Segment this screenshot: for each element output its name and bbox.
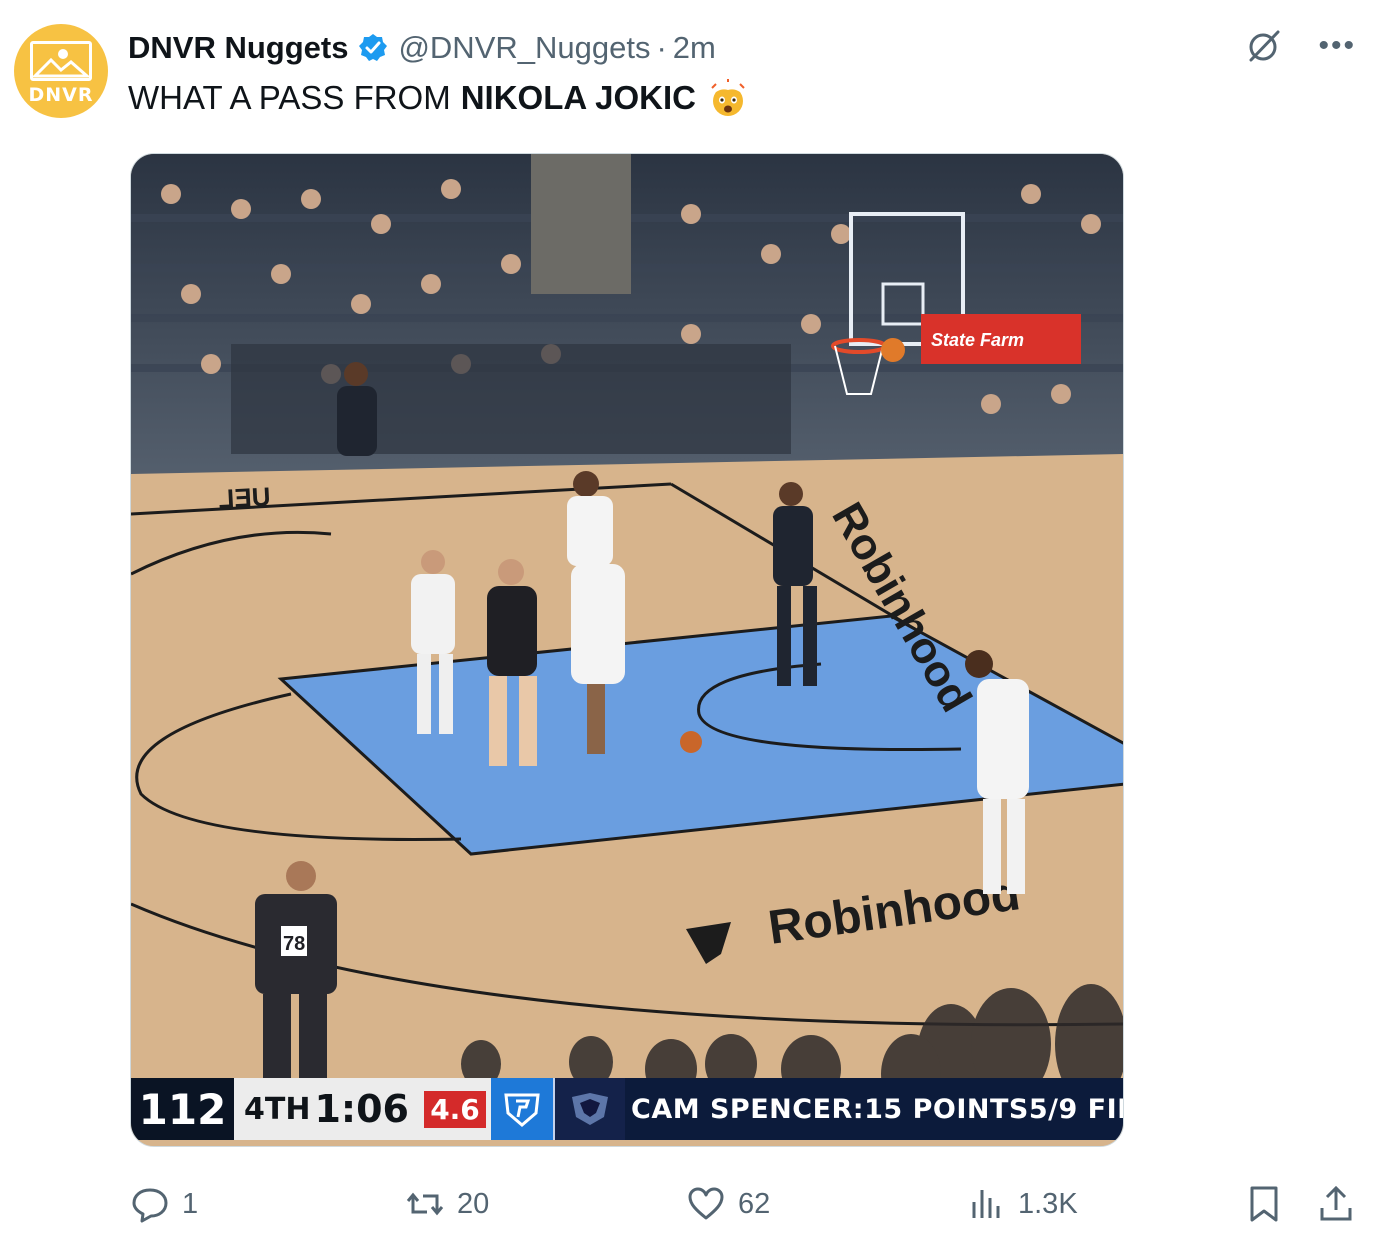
like-button[interactable]: 62 <box>686 1176 770 1232</box>
more-options-icon[interactable]: ••• <box>1318 26 1356 66</box>
ticker-points: 15 POINTS <box>864 1093 1029 1125</box>
state-farm-sign: State Farm <box>931 330 1024 350</box>
views-count: 1.3K <box>1018 1187 1078 1220</box>
bookmark-icon <box>1250 1186 1278 1222</box>
repost-icon <box>406 1192 444 1216</box>
avatar-label: DNVR <box>28 83 94 106</box>
ticker-player: CAM SPENCER: <box>631 1093 865 1125</box>
like-count: 62 <box>738 1187 771 1220</box>
game-clock-box: 4TH 1:06 <box>234 1078 419 1140</box>
video-frame: State Farm UEL Robinhood Robinhood 78 <box>131 154 1123 1146</box>
grizzlies-logo-icon <box>553 1078 625 1140</box>
separator-dot: · <box>656 30 667 65</box>
grok-icon[interactable] <box>1244 26 1284 66</box>
avatar[interactable]: DNVR <box>14 24 108 118</box>
team-score: 112 <box>131 1078 234 1140</box>
repost-count: 20 <box>457 1187 490 1220</box>
tweet-header: DNVR Nuggets @DNVR_Nuggets · 2m <box>128 26 716 70</box>
heart-icon <box>688 1187 724 1220</box>
tweet-text: WHAT A PASS FROM NIKOLA JOKIC <box>128 78 748 118</box>
timestamp[interactable]: 2m <box>673 30 716 66</box>
tweet-actions: 1 20 62 1.3K <box>0 1176 1376 1232</box>
share-icon <box>1320 1185 1352 1221</box>
bookmark-button[interactable] <box>1244 1176 1284 1232</box>
quarter: 4TH <box>244 1091 311 1127</box>
share-button[interactable] <box>1316 1176 1356 1232</box>
exploding-head-icon <box>711 79 745 116</box>
analytics-icon <box>972 1190 1000 1218</box>
basketball-icon <box>680 731 702 753</box>
reply-icon <box>132 1188 168 1223</box>
scoreboard: 112 4TH 1:06 4.6 CAM SPENCER: 15 POINTS … <box>131 1078 1123 1140</box>
fanduel-logo-icon <box>491 1078 553 1140</box>
baseline-text: UEL <box>218 481 272 514</box>
reply-count: 1 <box>182 1187 199 1220</box>
referee-number: 78 <box>283 933 305 955</box>
reply-button[interactable]: 1 <box>130 1176 198 1232</box>
shot-clock-box: 4.6 <box>419 1078 491 1140</box>
user-handle[interactable]: @DNVR_Nuggets <box>398 30 650 66</box>
tweet-text-bold: NIKOLA JOKIC <box>460 79 697 116</box>
tweet-video[interactable]: State Farm UEL Robinhood Robinhood 78 11… <box>130 153 1124 1147</box>
image-icon <box>30 40 92 81</box>
tweet-text-prefix: WHAT A PASS FROM <box>128 79 451 116</box>
shot-clock: 4.6 <box>424 1090 486 1128</box>
views-button[interactable]: 1.3K <box>966 1176 1078 1232</box>
game-clock: 1:06 <box>314 1087 409 1131</box>
display-name[interactable]: DNVR Nuggets <box>128 30 348 66</box>
repost-button[interactable]: 20 <box>405 1176 489 1232</box>
verified-badge-icon <box>359 34 388 61</box>
player-stat-ticker: CAM SPENCER: 15 POINTS 5/9 FIELD <box>625 1078 1123 1140</box>
ticker-fg: 5/9 FIELD <box>1028 1093 1123 1125</box>
tweet-top-actions: ••• <box>1244 26 1356 66</box>
